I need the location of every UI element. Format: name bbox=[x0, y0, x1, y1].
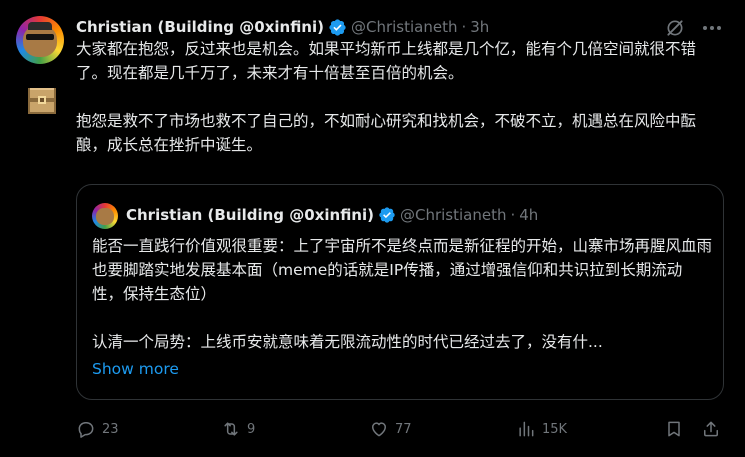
repost-button[interactable]: 9 bbox=[221, 417, 255, 441]
bookmark-icon bbox=[668, 421, 680, 437]
verified-icon bbox=[379, 207, 395, 223]
quoted-author-handle: @Christianeth bbox=[399, 206, 507, 224]
quoted-tweet-body: 能否一直践行价值观很重要：上了宇宙所不是终点而是新征程的开始，山寨市场再腥风血雨… bbox=[92, 234, 712, 354]
quoted-tweet-time: 4h bbox=[519, 206, 539, 224]
avatar-face bbox=[96, 208, 114, 225]
quoted-author-display-name: Christian (Building @0xinfini) bbox=[126, 206, 374, 224]
grok-icon[interactable] bbox=[665, 18, 685, 38]
quoted-tweet-paragraph: 能否一直践行价值观很重要：上了宇宙所不是终点而是新征程的开始，山寨市场再腥风血雨… bbox=[92, 237, 713, 303]
quoted-tweet-header: Christian (Building @0xinfini) @Christia… bbox=[126, 204, 538, 226]
tweet-paragraph: 大家都在抱怨，反过来也是机会。如果平均新币上线都是几个亿，能有个几倍空间就很不错… bbox=[76, 40, 697, 82]
quoted-tweet-paragraph: 认清一个局势：上线币安就意味着无限流动性的时代已经过去了，没有什... bbox=[92, 333, 603, 351]
verified-icon[interactable] bbox=[328, 18, 347, 37]
author-display-name[interactable]: Christian (Building @0xinfini) bbox=[76, 18, 324, 36]
reply-button[interactable]: 23 bbox=[76, 417, 119, 441]
share-icon bbox=[704, 421, 718, 437]
bookmark-button[interactable] bbox=[664, 417, 684, 441]
show-more-link[interactable]: Show more bbox=[92, 360, 179, 378]
author-handle[interactable]: @Christianeth bbox=[351, 18, 458, 36]
like-button[interactable]: 77 bbox=[369, 417, 412, 441]
quoted-author-avatar bbox=[92, 203, 118, 229]
share-button[interactable] bbox=[701, 417, 721, 441]
like-icon bbox=[372, 422, 386, 437]
views-button[interactable]: 15K bbox=[516, 417, 567, 441]
like-count: 77 bbox=[395, 421, 412, 437]
views-icon bbox=[519, 421, 534, 437]
reply-icon bbox=[78, 422, 94, 438]
repost-count: 9 bbox=[247, 421, 256, 437]
avatar-glasses bbox=[26, 34, 54, 40]
tweet-action-bar: 23 9 77 15K bbox=[76, 417, 726, 441]
quoted-tweet-card[interactable]: Christian (Building @0xinfini) @Christia… bbox=[76, 184, 724, 400]
separator-dot: · bbox=[510, 206, 516, 224]
views-count: 15K bbox=[542, 421, 568, 437]
tweet-time[interactable]: 3h bbox=[470, 18, 489, 36]
repost-icon bbox=[224, 422, 238, 436]
tweet-paragraph: 抱怨是救不了市场也救不了自己的，不如耐心研究和找机会，不破不立，机遇总在风险中酝… bbox=[76, 112, 697, 154]
more-icon[interactable] bbox=[700, 18, 724, 38]
treasure-chest-icon bbox=[28, 88, 56, 114]
avatar-cap bbox=[28, 22, 52, 30]
separator-dot: · bbox=[461, 18, 467, 36]
tweet-body: 大家都在抱怨，反过来也是机会。如果平均新币上线都是几个亿，能有个几倍空间就很不错… bbox=[76, 37, 726, 157]
reply-count: 23 bbox=[102, 421, 119, 437]
tweet-header: Christian (Building @0xinfini) @Christia… bbox=[76, 15, 489, 39]
author-avatar[interactable] bbox=[16, 16, 64, 64]
